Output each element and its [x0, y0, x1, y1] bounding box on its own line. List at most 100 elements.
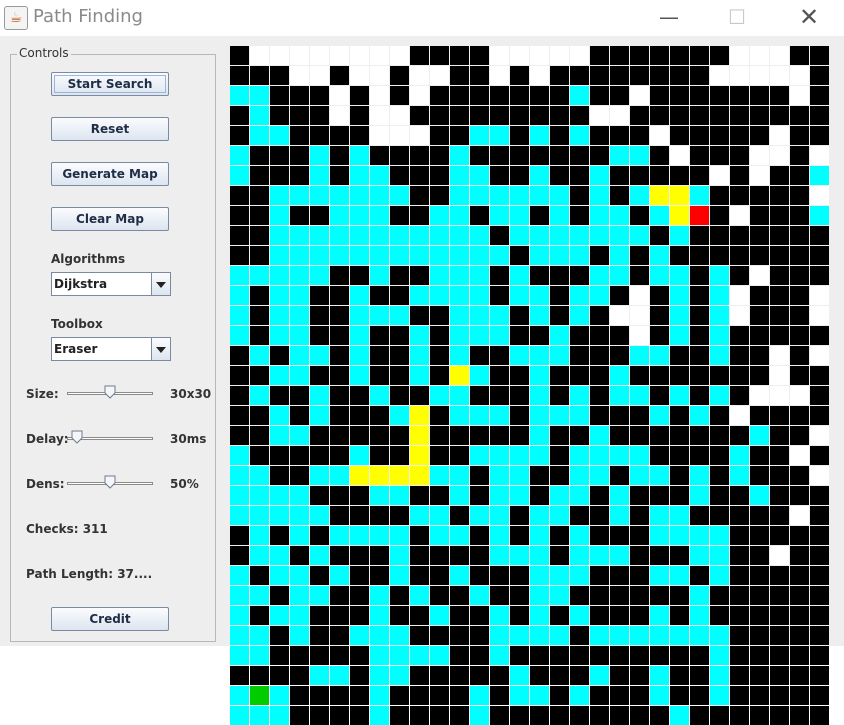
wall-cell[interactable] — [770, 446, 789, 465]
path-cell[interactable] — [450, 366, 469, 385]
visited-cell[interactable] — [690, 466, 709, 485]
wall-cell[interactable] — [810, 126, 829, 145]
wall-cell[interactable] — [230, 666, 249, 685]
wall-cell[interactable] — [310, 426, 329, 445]
wall-cell[interactable] — [590, 606, 609, 625]
wall-cell[interactable] — [810, 686, 829, 705]
visited-cell[interactable] — [370, 186, 389, 205]
wall-cell[interactable] — [770, 426, 789, 445]
visited-cell[interactable] — [570, 486, 589, 505]
wall-cell[interactable] — [710, 86, 729, 105]
visited-cell[interactable] — [710, 646, 729, 665]
visited-cell[interactable] — [510, 186, 529, 205]
wall-cell[interactable] — [350, 666, 369, 685]
visited-cell[interactable] — [610, 626, 629, 645]
wall-cell[interactable] — [650, 486, 669, 505]
wall-cell[interactable] — [230, 126, 249, 145]
visited-cell[interactable] — [410, 646, 429, 665]
empty-cell[interactable] — [390, 126, 409, 145]
wall-cell[interactable] — [810, 266, 829, 285]
visited-cell[interactable] — [350, 626, 369, 645]
clear-map-button[interactable]: Clear Map — [51, 207, 169, 231]
empty-cell[interactable] — [770, 126, 789, 145]
visited-cell[interactable] — [330, 206, 349, 225]
empty-cell[interactable] — [810, 286, 829, 305]
visited-cell[interactable] — [710, 386, 729, 405]
visited-cell[interactable] — [570, 406, 589, 425]
visited-cell[interactable] — [450, 306, 469, 325]
empty-cell[interactable] — [410, 86, 429, 105]
wall-cell[interactable] — [250, 286, 269, 305]
visited-cell[interactable] — [570, 546, 589, 565]
empty-cell[interactable] — [770, 346, 789, 365]
visited-cell[interactable] — [430, 246, 449, 265]
wall-cell[interactable] — [490, 266, 509, 285]
visited-cell[interactable] — [590, 466, 609, 485]
visited-cell[interactable] — [370, 486, 389, 505]
visited-cell[interactable] — [450, 466, 469, 485]
size-slider[interactable] — [67, 385, 153, 403]
visited-cell[interactable] — [230, 506, 249, 525]
wall-cell[interactable] — [550, 366, 569, 385]
wall-cell[interactable] — [730, 186, 749, 205]
wall-cell[interactable] — [370, 286, 389, 305]
wall-cell[interactable] — [330, 126, 349, 145]
wall-cell[interactable] — [690, 146, 709, 165]
wall-cell[interactable] — [490, 286, 509, 305]
wall-cell[interactable] — [770, 486, 789, 505]
wall-cell[interactable] — [650, 366, 669, 385]
visited-cell[interactable] — [430, 526, 449, 545]
wall-cell[interactable] — [730, 246, 749, 265]
wall-cell[interactable] — [770, 706, 789, 725]
wall-cell[interactable] — [510, 526, 529, 545]
wall-cell[interactable] — [730, 486, 749, 505]
visited-cell[interactable] — [530, 286, 549, 305]
wall-cell[interactable] — [510, 166, 529, 185]
wall-cell[interactable] — [410, 546, 429, 565]
wall-cell[interactable] — [230, 246, 249, 265]
visited-cell[interactable] — [710, 526, 729, 545]
wall-cell[interactable] — [730, 646, 749, 665]
visited-cell[interactable] — [470, 226, 489, 245]
wall-cell[interactable] — [690, 426, 709, 445]
wall-cell[interactable] — [230, 526, 249, 545]
visited-cell[interactable] — [450, 246, 469, 265]
wall-cell[interactable] — [310, 646, 329, 665]
visited-cell[interactable] — [530, 426, 549, 445]
wall-cell[interactable] — [350, 546, 369, 565]
wall-cell[interactable] — [390, 686, 409, 705]
wall-cell[interactable] — [470, 46, 489, 65]
visited-cell[interactable] — [530, 506, 549, 525]
wall-cell[interactable] — [590, 386, 609, 405]
wall-cell[interactable] — [790, 666, 809, 685]
visited-cell[interactable] — [470, 366, 489, 385]
wall-cell[interactable] — [490, 166, 509, 185]
visited-cell[interactable] — [370, 226, 389, 245]
visited-cell[interactable] — [550, 566, 569, 585]
visited-cell[interactable] — [370, 266, 389, 285]
wall-cell[interactable] — [230, 206, 249, 225]
visited-cell[interactable] — [450, 386, 469, 405]
wall-cell[interactable] — [770, 586, 789, 605]
visited-cell[interactable] — [570, 286, 589, 305]
visited-cell[interactable] — [490, 326, 509, 345]
wall-cell[interactable] — [790, 226, 809, 245]
visited-cell[interactable] — [250, 646, 269, 665]
wall-cell[interactable] — [790, 426, 809, 445]
visited-cell[interactable] — [490, 526, 509, 545]
wall-cell[interactable] — [290, 466, 309, 485]
wall-cell[interactable] — [610, 166, 629, 185]
empty-cell[interactable] — [270, 46, 289, 65]
visited-cell[interactable] — [250, 546, 269, 565]
wall-cell[interactable] — [470, 566, 489, 585]
wall-cell[interactable] — [330, 66, 349, 85]
visited-cell[interactable] — [550, 506, 569, 525]
empty-cell[interactable] — [730, 66, 749, 85]
wall-cell[interactable] — [430, 106, 449, 125]
wall-cell[interactable] — [410, 186, 429, 205]
visited-cell[interactable] — [530, 366, 549, 385]
wall-cell[interactable] — [810, 246, 829, 265]
visited-cell[interactable] — [490, 126, 509, 145]
visited-cell[interactable] — [490, 606, 509, 625]
wall-cell[interactable] — [770, 686, 789, 705]
